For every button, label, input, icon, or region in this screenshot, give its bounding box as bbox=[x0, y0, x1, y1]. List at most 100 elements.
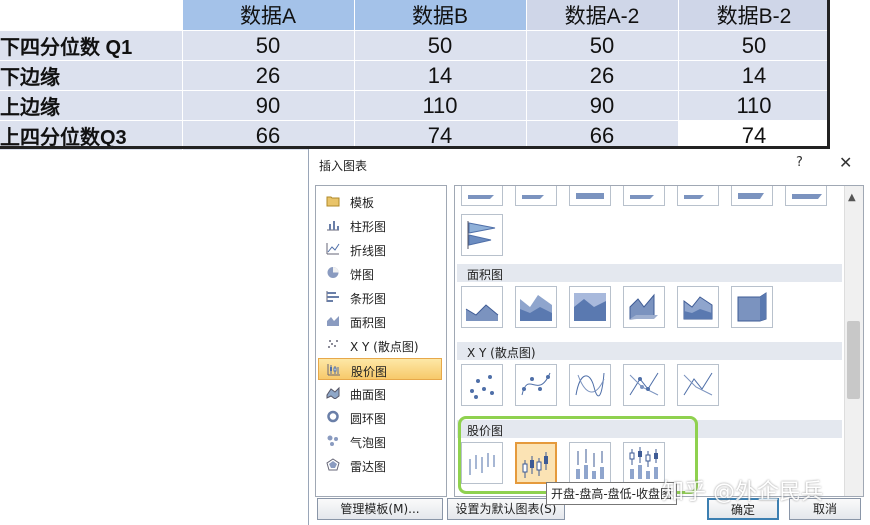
close-icon[interactable]: ✕ bbox=[839, 153, 852, 172]
chart-type-item-line[interactable]: 折线图 bbox=[318, 238, 442, 260]
line-chart-icon bbox=[326, 243, 340, 255]
scatter-smooth-marker-subtype-tile[interactable] bbox=[515, 364, 557, 406]
spreadsheet-table: 数据A 数据B 数据A-2 数据B-2 下四分位数 Q1 50 50 50 50… bbox=[0, 0, 831, 151]
chart-type-item-area[interactable]: 面积图 bbox=[318, 310, 442, 332]
chart-type-item-template[interactable]: 模板 bbox=[318, 190, 442, 212]
chart-type-item-pie[interactable]: 饼图 bbox=[318, 262, 442, 284]
data-cell[interactable]: 110 bbox=[354, 90, 527, 121]
scatter-smooth-marker-chart-icon bbox=[521, 372, 551, 396]
bar-subtype-tile[interactable] bbox=[731, 186, 773, 206]
data-cell[interactable]: 110 bbox=[678, 90, 831, 121]
data-cell[interactable]: 90 bbox=[182, 90, 355, 121]
dialog-titlebar[interactable]: 插入图表 ? ✕ bbox=[309, 149, 870, 179]
3d-area-subtype-tile[interactable] bbox=[623, 286, 665, 328]
header-cell-data-a2[interactable]: 数据A-2 bbox=[526, 0, 679, 31]
table-row: 下边缘 26 14 26 14 bbox=[0, 60, 831, 91]
3d-percent-area-chart-icon bbox=[737, 292, 767, 322]
scatter-straight-subtype-tile[interactable] bbox=[677, 364, 719, 406]
scrollbar-thumb[interactable] bbox=[847, 321, 860, 399]
chart-type-item-stock[interactable]: 股价图 bbox=[318, 358, 442, 380]
chart-type-item-bubble[interactable]: 气泡图 bbox=[318, 430, 442, 452]
bar-chart-icon bbox=[630, 195, 654, 199]
chart-type-label: 折线图 bbox=[350, 244, 387, 258]
header-cell-data-a[interactable]: 数据A bbox=[182, 0, 355, 31]
area-chart-icon bbox=[327, 316, 339, 326]
bar-chart-icon bbox=[576, 193, 604, 199]
stacked-area-chart-icon bbox=[520, 295, 552, 321]
percent-area-chart-icon bbox=[574, 293, 606, 321]
chart-type-item-surface[interactable]: 曲面图 bbox=[318, 382, 442, 404]
scatter-smooth-chart-icon bbox=[575, 372, 605, 397]
column-chart-icon bbox=[327, 221, 339, 231]
bar-subtype-tile[interactable] bbox=[785, 186, 827, 206]
scatter-straight-chart-icon bbox=[683, 372, 713, 396]
chart-type-label: 圆环图 bbox=[350, 412, 387, 426]
scatter-smooth-subtype-tile[interactable] bbox=[569, 364, 611, 406]
chart-type-list: 模板 柱形图 折线图 饼图 条形图 面积图 X Y (散点图) 股价图 曲面图 … bbox=[315, 185, 447, 497]
header-cell-corner[interactable] bbox=[0, 0, 183, 31]
data-cell[interactable]: 50 bbox=[678, 30, 831, 61]
bar-chart-icon bbox=[792, 194, 822, 199]
row-label-cell[interactable]: 下边缘 bbox=[0, 60, 183, 91]
chart-subtype-tooltip: 开盘-盘高-盘低-收盘图 bbox=[546, 482, 677, 505]
chart-type-item-bar[interactable]: 条形图 bbox=[318, 286, 442, 308]
row-label-cell[interactable]: 下四分位数 Q1 bbox=[0, 30, 183, 61]
doughnut-chart-icon bbox=[327, 410, 339, 423]
manage-templates-button[interactable]: 管理模板(M)... bbox=[317, 498, 443, 520]
bar-subtype-tile[interactable] bbox=[461, 186, 503, 206]
selection-border-right bbox=[827, 0, 830, 149]
area-chart-icon bbox=[465, 304, 499, 321]
data-cell[interactable]: 50 bbox=[182, 30, 355, 61]
cone-bar-subtype-tile[interactable] bbox=[461, 214, 503, 256]
data-cell[interactable]: 26 bbox=[182, 60, 355, 91]
pie-chart-icon bbox=[327, 267, 339, 278]
scatter-straight-marker-subtype-tile[interactable] bbox=[623, 364, 665, 406]
section-header-scatter: X Y (散点图) bbox=[457, 342, 842, 360]
bar-chart-icon bbox=[468, 195, 494, 199]
data-cell[interactable]: 50 bbox=[526, 30, 679, 61]
scatter-chart-icon bbox=[470, 375, 494, 399]
scroll-up-icon[interactable]: ▲ bbox=[848, 192, 856, 203]
chart-type-item-doughnut[interactable]: 圆环图 bbox=[318, 406, 442, 428]
row-label-cell[interactable]: 上边缘 bbox=[0, 90, 183, 121]
percent-area-subtype-tile[interactable] bbox=[569, 286, 611, 328]
chart-type-label: 面积图 bbox=[350, 316, 387, 330]
area-subtype-tile[interactable] bbox=[461, 286, 503, 328]
help-button[interactable]: ? bbox=[796, 155, 803, 170]
chart-type-label: X Y (散点图) bbox=[350, 340, 419, 354]
bar-subtype-tile[interactable] bbox=[515, 186, 557, 206]
chart-type-label: 曲面图 bbox=[350, 388, 387, 402]
table-row: 上边缘 90 110 90 110 bbox=[0, 90, 831, 121]
stacked-area-subtype-tile[interactable] bbox=[515, 286, 557, 328]
bar-chart-icon bbox=[684, 195, 704, 199]
data-cell[interactable]: 14 bbox=[678, 60, 831, 91]
scatter-subtype-tile[interactable] bbox=[461, 364, 503, 406]
bar-chart-icon bbox=[326, 291, 339, 302]
gallery-scrollbar[interactable]: ▲ bbox=[844, 186, 863, 496]
3d-stacked-area-chart-icon bbox=[683, 296, 713, 320]
data-cell[interactable]: 50 bbox=[354, 30, 527, 61]
chart-type-item-radar[interactable]: 雷达图 bbox=[318, 454, 442, 476]
scatter-chart-icon bbox=[328, 340, 338, 348]
dialog-title: 插入图表 bbox=[319, 159, 368, 173]
header-cell-data-b[interactable]: 数据B bbox=[354, 0, 527, 31]
data-cell[interactable]: 90 bbox=[526, 90, 679, 121]
3d-stacked-area-subtype-tile[interactable] bbox=[677, 286, 719, 328]
header-row: 数据A 数据B 数据A-2 数据B-2 bbox=[0, 0, 831, 31]
chart-type-item-column[interactable]: 柱形图 bbox=[318, 214, 442, 236]
surface-chart-icon bbox=[326, 386, 340, 399]
header-cell-data-b2[interactable]: 数据B-2 bbox=[678, 0, 831, 31]
bar-subtype-tile[interactable] bbox=[677, 186, 719, 206]
data-cell[interactable]: 26 bbox=[526, 60, 679, 91]
3d-area-chart-icon bbox=[629, 293, 658, 320]
chart-type-label: 雷达图 bbox=[350, 460, 387, 474]
chart-type-item-scatter[interactable]: X Y (散点图) bbox=[318, 334, 442, 356]
chart-type-label: 模板 bbox=[350, 196, 375, 210]
cone-bar-chart-icon bbox=[467, 221, 496, 249]
section-header-area: 面积图 bbox=[457, 264, 842, 282]
3d-percent-area-subtype-tile[interactable] bbox=[731, 286, 773, 328]
table-row: 下四分位数 Q1 50 50 50 50 bbox=[0, 30, 831, 61]
bar-subtype-tile[interactable] bbox=[623, 186, 665, 206]
bar-subtype-tile[interactable] bbox=[569, 186, 611, 206]
data-cell[interactable]: 14 bbox=[354, 60, 527, 91]
